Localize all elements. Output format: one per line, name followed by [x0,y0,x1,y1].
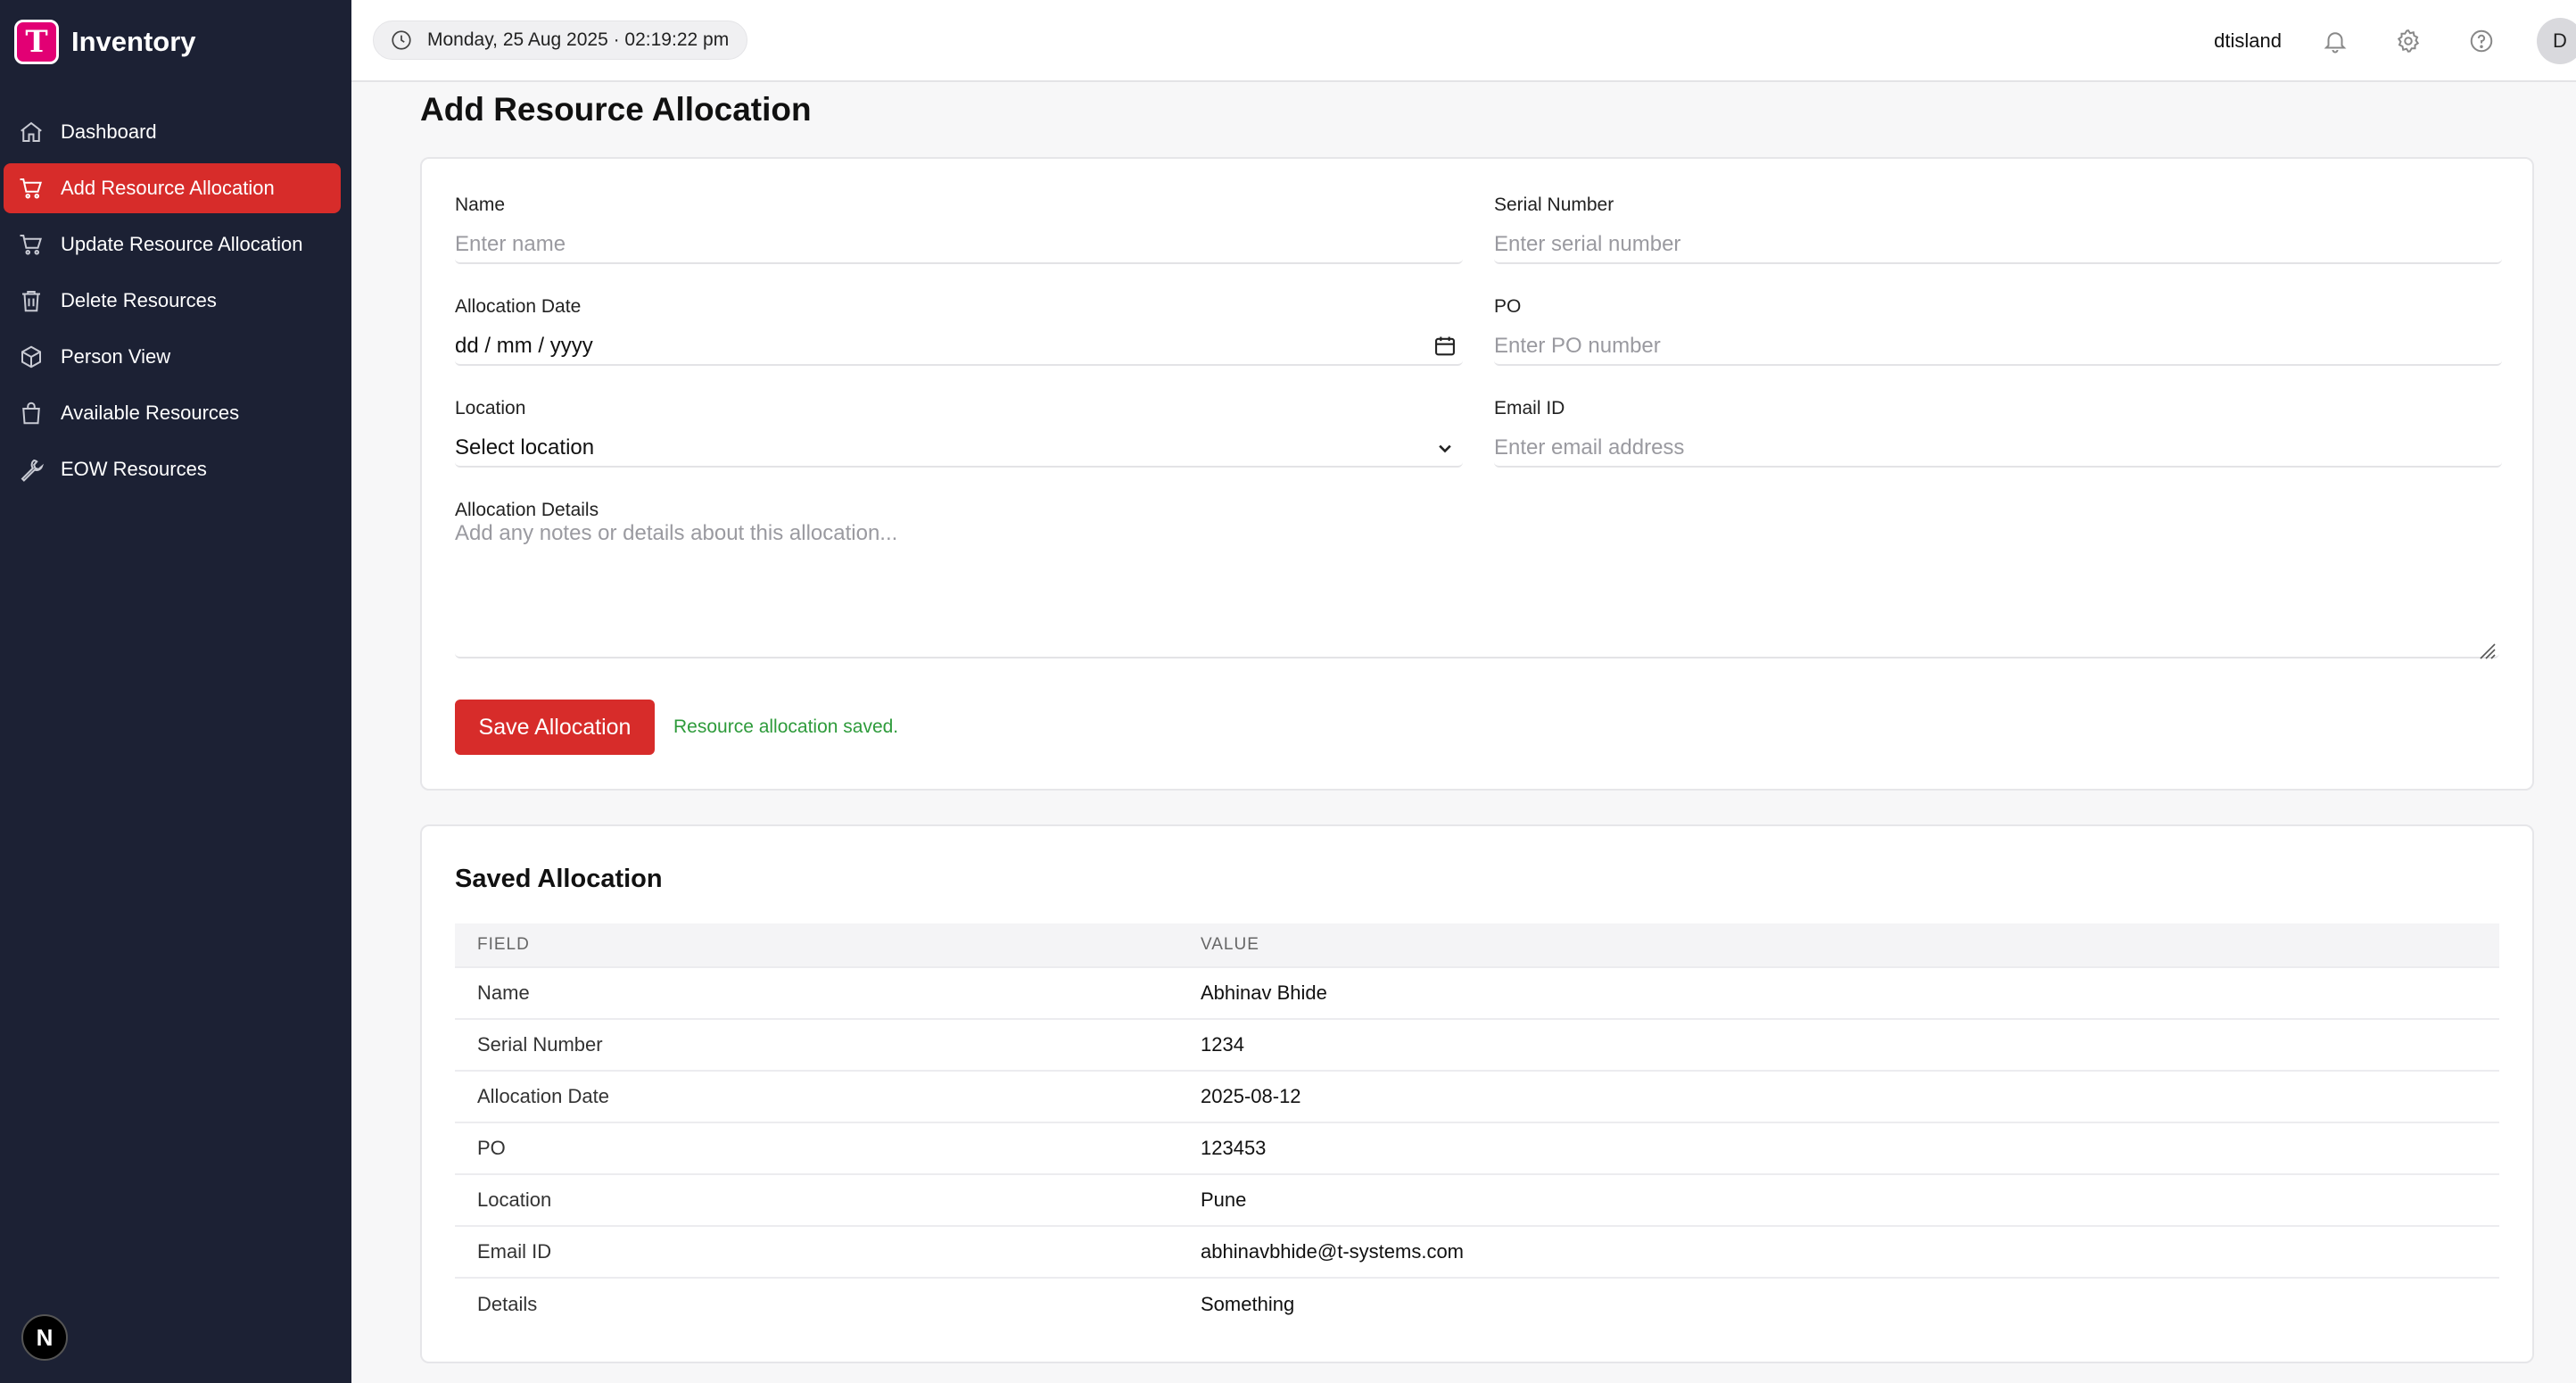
sidebar-item-add-resource-allocation[interactable]: Add Resource Allocation [4,163,341,213]
row-field: Details [477,1293,538,1315]
row-field: Email ID [477,1240,552,1263]
row-value: 2025-08-12 [1201,1085,1301,1107]
row-value: Abhinav Bhide [1201,981,1327,1004]
resize-grip-icon[interactable] [2475,639,2497,660]
name-input[interactable] [455,227,1463,264]
sidebar-item-available-resources[interactable]: Available Resources [4,388,341,438]
allocation-date-input[interactable]: dd / mm / yyyy [455,328,1463,366]
saved-allocation-table: FIELD VALUE Name Abhinav Bhide Serial Nu… [455,923,2499,1330]
sidebar-nav: Dashboard Add Resource Allocation Update… [4,107,341,501]
saved-allocation-card: Saved Allocation FIELD VALUE Name Abhina… [420,824,2534,1363]
cart-icon [16,229,46,260]
row-value: abhinavbhide@t-systems.com [1201,1240,1465,1263]
email-input[interactable] [1494,430,2502,468]
row-value: Something [1201,1293,1295,1315]
saved-allocation-title: Saved Allocation [455,865,663,893]
help-icon[interactable] [2464,23,2499,59]
email-id-label: Email ID [1494,398,1565,418]
row-field: Allocation Date [477,1085,609,1107]
header-actions: dtisland D [2214,16,2576,66]
avatar[interactable]: D [2537,18,2576,64]
name-field-group: Name [455,195,1463,264]
page-title: Add Resource Allocation [420,91,812,128]
row-field: Serial Number [477,1033,603,1056]
brand[interactable]: T Inventory [14,20,196,64]
serial-field-group: Serial Number [1494,195,2502,264]
location-field-group: Location Select location [455,398,1463,468]
home-icon [16,117,46,147]
calendar-icon[interactable] [1432,334,1457,359]
cart-icon [16,173,46,203]
sidebar-item-dashboard[interactable]: Dashboard [4,107,341,157]
chevron-down-icon [1439,444,1451,453]
brand-name: Inventory [71,26,196,57]
sidebar-item-eow-resources[interactable]: EOW Resources [4,444,341,494]
allocation-form-card: Name Serial Number Allocation Date dd / … [420,157,2534,791]
sidebar-item-update-resource-allocation[interactable]: Update Resource Allocation [4,219,341,269]
row-value: 1234 [1201,1033,1244,1056]
po-field-group: PO [1494,296,2502,366]
date-value: dd / mm / yyyy [455,334,593,358]
table-row: Email ID abhinavbhide@t-systems.com [455,1227,2499,1279]
sidebar-item-label: Person View [61,345,171,368]
serial-number-input[interactable] [1494,227,2502,264]
serial-number-label: Serial Number [1494,195,1614,215]
bag-icon [16,398,46,428]
brand-logo: T [14,20,59,64]
table-row: Location Pune [455,1175,2499,1227]
location-label: Location [455,398,526,418]
sidebar-item-label: Delete Resources [61,289,217,311]
table-row: Allocation Date 2025-08-12 [455,1072,2499,1123]
sidebar-item-label: EOW Resources [61,458,207,480]
row-field: Name [477,981,530,1004]
save-allocation-button[interactable]: Save Allocation [455,700,655,755]
username: dtisland [2214,29,2282,52]
column-header-value: VALUE [1201,935,1259,954]
allocation-details-textarea[interactable] [455,521,2499,658]
table-row: Details Something [455,1279,2499,1330]
datetime-pill: Monday, 25 Aug 2025 · 02:19:22 pm [373,21,748,60]
allocation-date-label: Allocation Date [455,296,582,317]
table-row: PO 123453 [455,1123,2499,1175]
row-value: Pune [1201,1188,1247,1211]
next-badge[interactable]: N [21,1314,68,1361]
po-input[interactable] [1494,328,2502,366]
save-status-message: Resource allocation saved. [673,716,899,737]
sidebar-item-person-view[interactable]: Person View [4,332,341,382]
allocation-details-label: Allocation Details [455,500,599,520]
row-field: Location [477,1188,552,1211]
clock-icon [392,30,411,50]
bell-icon[interactable] [2317,23,2353,59]
sidebar-item-label: Available Resources [61,402,240,424]
row-field: PO [477,1137,506,1159]
po-label: PO [1494,296,1522,317]
table-row: Serial Number 1234 [455,1020,2499,1072]
name-label: Name [455,195,506,215]
top-header: Monday, 25 Aug 2025 · 02:19:22 pm dtisla… [351,0,2576,82]
sidebar-item-label: Add Resource Allocation [61,177,275,199]
table-header: FIELD VALUE [455,923,2499,968]
sidebar-item-label: Dashboard [61,120,157,143]
table-row: Name Abhinav Bhide [455,968,2499,1020]
datetime-text: Monday, 25 Aug 2025 · 02:19:22 pm [427,29,730,50]
row-value: 123453 [1201,1137,1267,1159]
box-icon [16,342,46,372]
email-field-group: Email ID [1494,398,2502,468]
sidebar-item-label: Update Resource Allocation [61,233,303,255]
column-header-field: FIELD [477,935,530,954]
location-select[interactable]: Select location [455,430,1463,468]
date-field-group: Allocation Date dd / mm / yyyy [455,296,1463,366]
trash-icon [16,286,46,316]
sidebar-item-delete-resources[interactable]: Delete Resources [4,276,341,326]
gear-icon[interactable] [2390,23,2426,59]
location-value: Select location [455,435,595,460]
sidebar: T Inventory Dashboard Add Resource Alloc… [0,0,351,1383]
wrench-icon [16,454,46,484]
